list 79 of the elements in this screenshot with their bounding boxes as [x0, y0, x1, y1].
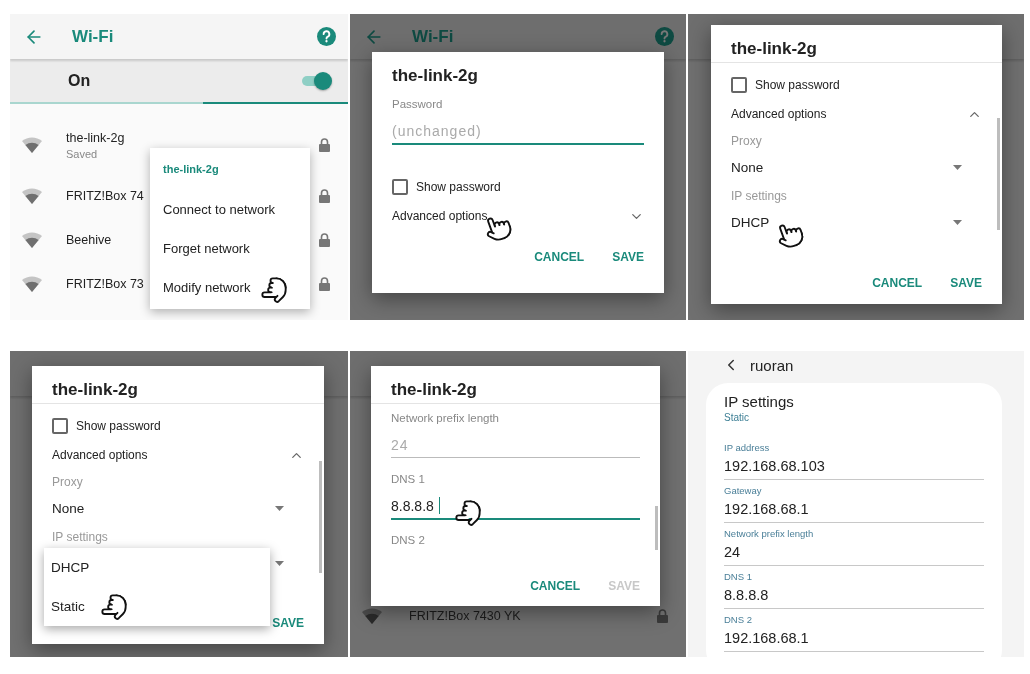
checkbox-label[interactable]: Show password [755, 78, 840, 92]
dialog-button[interactable]: CANCEL [522, 573, 589, 599]
checkbox[interactable] [392, 179, 408, 195]
scrollbar[interactable] [319, 461, 322, 573]
pointing-hand-icon [454, 499, 482, 527]
dialog-button[interactable]: SAVE [264, 610, 312, 636]
lock-icon [319, 189, 330, 203]
dialog-button[interactable]: CANCEL [864, 270, 931, 296]
field-label: Password [392, 98, 444, 112]
text-cursor [438, 497, 441, 514]
dropdown-arrow-icon [953, 164, 962, 170]
dialog-title: the-link-2g [52, 380, 138, 399]
field-value[interactable]: 192.168.68.103 [724, 456, 984, 476]
dropdown-arrow-icon [275, 560, 284, 566]
help-icon[interactable] [317, 27, 336, 46]
expander-label[interactable]: Advanced options [392, 209, 488, 223]
section-subtitle: Static [724, 412, 750, 423]
checkbox[interactable] [731, 77, 747, 93]
dialog-title: the-link-2g [391, 380, 477, 399]
wifi-signal-icon [362, 608, 382, 624]
dialog-button[interactable]: SAVE [604, 244, 652, 270]
lock-icon [319, 233, 330, 247]
field-value[interactable]: 192.168.68.1 [724, 499, 984, 519]
field-label: DNS 1 [391, 473, 426, 487]
menu-item[interactable]: Connect to network [163, 202, 275, 217]
scrollbar[interactable] [655, 506, 658, 550]
dropdown-arrow-icon [275, 505, 284, 511]
field-label: IP settings [731, 189, 788, 205]
wifi-signal-icon [22, 188, 42, 204]
menu-item[interactable]: Forget network [163, 241, 250, 256]
field-label: DNS 2 [724, 614, 753, 626]
checkbox-label[interactable]: Show password [416, 180, 501, 194]
field-label: Proxy [731, 134, 763, 150]
dialog-button[interactable]: CANCEL [526, 244, 593, 270]
dialog-title: the-link-2g [731, 39, 817, 58]
network-status: Saved [66, 147, 99, 160]
toggle-switch[interactable] [300, 70, 332, 91]
dropdown-arrow-icon [953, 219, 962, 225]
lock-icon [319, 138, 330, 152]
field-label: Network prefix length [724, 528, 815, 540]
field-label: IP settings [52, 530, 109, 546]
dropdown-value[interactable]: None [52, 500, 85, 516]
dropdown-value[interactable]: DHCP [731, 214, 770, 230]
lock-icon [319, 277, 330, 291]
screen-title: ruoran [750, 356, 794, 374]
field-value[interactable]: 24 [724, 542, 984, 562]
wifi-signal-icon [22, 137, 42, 153]
dialog-title: the-link-2g [392, 66, 478, 85]
pointing-hand-icon [100, 593, 128, 621]
field-label: Gateway [724, 485, 763, 497]
network-name: FRITZ!Box 7430 YK [409, 609, 522, 623]
dropdown-value[interactable]: None [731, 159, 764, 175]
wifi-signal-icon [22, 232, 42, 248]
field-label: DNS 1 [724, 571, 753, 583]
menu-item[interactable]: DHCP [51, 560, 90, 575]
lock-icon [657, 609, 668, 623]
wifi-signal-icon [22, 276, 42, 292]
checkbox[interactable] [52, 418, 68, 434]
dialog-button[interactable]: SAVE [942, 270, 990, 296]
expander-label[interactable]: Advanced options [52, 448, 148, 462]
menu-title: the-link-2g [162, 162, 220, 177]
screen-title: Wi-Fi [72, 26, 115, 47]
field-value[interactable]: 8.8.8.8 [724, 585, 984, 605]
field-label: Proxy [52, 475, 84, 491]
menu-item[interactable]: Static [51, 599, 85, 614]
field-label: Network prefix length [391, 412, 501, 426]
scrollbar[interactable] [997, 118, 1000, 230]
field-label: IP address [724, 442, 771, 454]
expander-label[interactable]: Advanced options [731, 107, 827, 121]
toggle-label: On [68, 71, 92, 90]
network-name[interactable]: the-link-2g [66, 130, 295, 145]
screen-title: Wi-Fi [412, 26, 455, 47]
input-field[interactable]: 8.8.8.8 [391, 493, 640, 518]
menu-item[interactable]: Modify network [163, 280, 251, 295]
field-label: DNS 2 [391, 534, 426, 548]
field-value[interactable]: 192.168.68.1 [724, 628, 984, 648]
checkbox-label[interactable]: Show password [76, 419, 161, 433]
pointing-hand-icon [260, 276, 288, 304]
section-title: IP settings [724, 393, 795, 410]
